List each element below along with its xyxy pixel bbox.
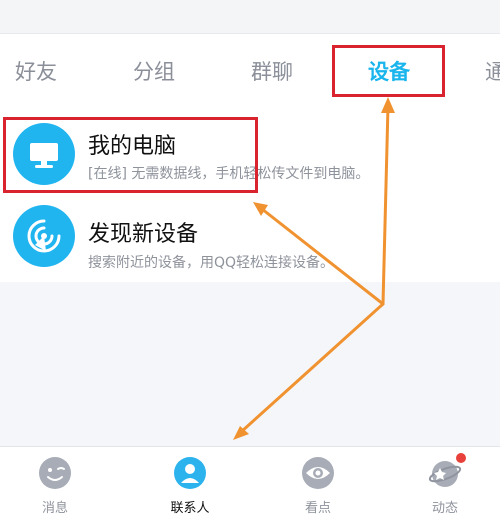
computer-icon bbox=[13, 123, 75, 185]
tab-groups[interactable]: 分组 bbox=[133, 56, 175, 86]
device-row-discover[interactable]: 发现新设备 搜索附近的设备，用QQ轻松连接设备。 bbox=[0, 194, 500, 282]
status-strip bbox=[0, 0, 500, 34]
nav-messages[interactable]: 消息 bbox=[5, 447, 105, 516]
eye-icon bbox=[301, 456, 335, 490]
nav-label: 联系人 bbox=[170, 501, 210, 516]
device-list: 我的电脑 [在线] 无需数据线，手机轻松传文件到电脑。 发现新设备 搜索附近的设… bbox=[0, 106, 500, 282]
notification-badge bbox=[456, 453, 466, 463]
nav-discover[interactable]: 看点 bbox=[268, 447, 368, 516]
tab-group-chats[interactable]: 群聊 bbox=[251, 56, 293, 86]
tab-contacts-partial[interactable]: 通 bbox=[485, 56, 500, 86]
device-title: 我的电脑 bbox=[88, 134, 177, 159]
nav-contacts[interactable]: 联系人 bbox=[140, 447, 240, 516]
tab-friends[interactable]: 好友 bbox=[15, 56, 57, 86]
device-subtitle: 搜索附近的设备，用QQ轻松连接设备。 bbox=[88, 255, 335, 271]
tab-devices[interactable]: 设备 bbox=[368, 56, 410, 86]
nav-moments[interactable]: 动态 bbox=[395, 447, 495, 516]
bottom-nav: 消息 联系人 看点 动态 bbox=[0, 446, 500, 516]
device-subtitle: [在线] 无需数据线，手机轻松传文件到电脑。 bbox=[88, 166, 370, 182]
nav-label: 看点 bbox=[304, 501, 331, 516]
nav-label: 消息 bbox=[41, 501, 68, 516]
contacts-icon bbox=[173, 456, 207, 490]
contacts-tab-bar: 好友 分组 群聊 设备 通 bbox=[0, 34, 500, 106]
device-title: 发现新设备 bbox=[88, 222, 199, 247]
device-row-my-computer[interactable]: 我的电脑 [在线] 无需数据线，手机轻松传文件到电脑。 bbox=[0, 106, 500, 194]
nav-label: 动态 bbox=[431, 501, 458, 516]
message-icon bbox=[38, 456, 72, 490]
radar-icon bbox=[13, 205, 75, 267]
